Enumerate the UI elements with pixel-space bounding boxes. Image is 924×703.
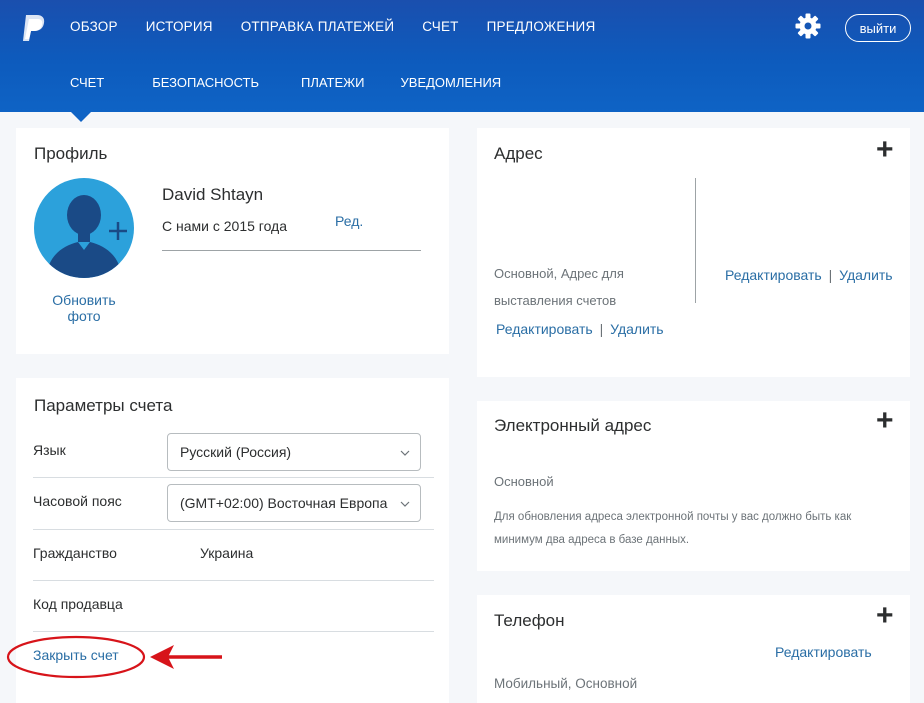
phone-type-label: Мобильный, Основной	[494, 676, 638, 691]
top-navigation-bar: ОБЗОР ИСТОРИЯ ОТПРАВКА ПЛАТЕЖЕЙ СЧЕТ ПРЕ…	[0, 0, 924, 112]
nav-send-payments[interactable]: ОТПРАВКА ПЛАТЕЖЕЙ	[241, 18, 395, 36]
address-primary-line1: Основной, Адрес для	[494, 266, 624, 281]
address-edit-link-1[interactable]: Редактировать	[496, 321, 593, 337]
avatar[interactable]	[34, 178, 134, 278]
timezone-select-value: (GMT+02:00) Восточная Европа	[180, 495, 388, 511]
paypal-logo-icon[interactable]	[20, 13, 46, 43]
add-email-icon[interactable]: +	[876, 406, 894, 436]
nav-history[interactable]: ИСТОРИЯ	[146, 18, 213, 36]
profile-edit-link[interactable]: Ред.	[335, 213, 363, 229]
address-delete-link-1[interactable]: Удалить	[610, 321, 663, 337]
update-photo-line1: Обновить	[52, 292, 116, 308]
phone-edit-link[interactable]: Редактировать	[775, 644, 872, 660]
subnav-payments[interactable]: ПЛАТЕЖИ	[301, 74, 365, 92]
merchant-code-label: Код продавца	[33, 596, 123, 612]
profile-name: David Shtayn	[162, 185, 264, 204]
language-label: Язык	[33, 442, 66, 458]
gear-icon[interactable]	[794, 12, 822, 40]
address-actions-2: Редактировать | Удалить	[725, 267, 893, 283]
timezone-label: Часовой пояс	[33, 493, 122, 509]
email-note-line1: Для обновления адреса электронной почты …	[494, 511, 852, 523]
chevron-down-icon	[400, 499, 410, 509]
settings-divider-3	[33, 580, 434, 581]
address-primary-label: Основной, Адрес для выставления счетов	[494, 260, 624, 314]
address-primary-line2: выставления счетов	[494, 293, 617, 308]
subnav-account[interactable]: СЧЕТ	[70, 74, 104, 92]
account-settings-title: Параметры счета	[34, 396, 173, 415]
address-separator-1: |	[599, 321, 604, 337]
update-photo-line2: фото	[67, 308, 101, 324]
nav-offers[interactable]: ПРЕДЛОЖЕНИЯ	[487, 18, 596, 36]
member-since: С нами с 2015 года	[162, 218, 288, 234]
nav-overview[interactable]: ОБЗОР	[70, 18, 118, 36]
language-select-value: Русский (Россия)	[180, 444, 292, 460]
annotation-highlight	[6, 635, 222, 679]
subnav-notifications[interactable]: УВЕДОМЛЕНИЯ	[401, 74, 502, 92]
address-actions-1: Редактировать | Удалить	[496, 321, 664, 337]
email-note: Для обновления адреса электронной почты …	[494, 506, 851, 552]
address-column-divider	[695, 178, 696, 303]
address-edit-link-2[interactable]: Редактировать	[725, 267, 822, 283]
profile-divider	[162, 250, 421, 251]
language-select[interactable]: Русский (Россия)	[167, 433, 421, 471]
chevron-down-icon	[400, 450, 410, 456]
logout-button[interactable]: выйти	[845, 14, 911, 42]
subnav-security[interactable]: БЕЗОПАСНОСТЬ	[152, 74, 259, 92]
email-primary-label: Основной	[494, 474, 554, 489]
address-title: Адрес	[494, 144, 543, 163]
settings-divider-2	[33, 529, 434, 530]
email-note-line2: минимум два адреса в базе данных.	[494, 534, 690, 546]
phone-title: Телефон	[494, 611, 565, 630]
add-address-icon[interactable]: +	[876, 135, 894, 165]
profile-title: Профиль	[34, 144, 108, 163]
settings-divider-1	[33, 477, 434, 478]
timezone-select[interactable]: (GMT+02:00) Восточная Европа	[167, 484, 421, 522]
sub-nav: СЧЕТ БЕЗОПАСНОСТЬ ПЛАТЕЖИ УВЕДОМЛЕНИЯ	[70, 74, 501, 92]
add-phone-icon[interactable]: +	[876, 601, 894, 631]
person-silhouette-icon	[46, 195, 127, 278]
address-delete-link-2[interactable]: Удалить	[839, 267, 892, 283]
nav-account[interactable]: СЧЕТ	[422, 18, 458, 36]
main-nav: ОБЗОР ИСТОРИЯ ОТПРАВКА ПЛАТЕЖЕЙ СЧЕТ ПРЕ…	[70, 18, 623, 36]
update-photo-link[interactable]: Обновить фото	[34, 292, 134, 324]
active-tab-indicator	[71, 112, 91, 122]
citizenship-value: Украина	[200, 545, 254, 561]
annotation-ellipse	[6, 635, 146, 679]
citizenship-label: Гражданство	[33, 545, 117, 561]
email-title: Электронный адрес	[494, 416, 652, 435]
address-card	[477, 128, 910, 377]
address-separator-2: |	[828, 267, 833, 283]
